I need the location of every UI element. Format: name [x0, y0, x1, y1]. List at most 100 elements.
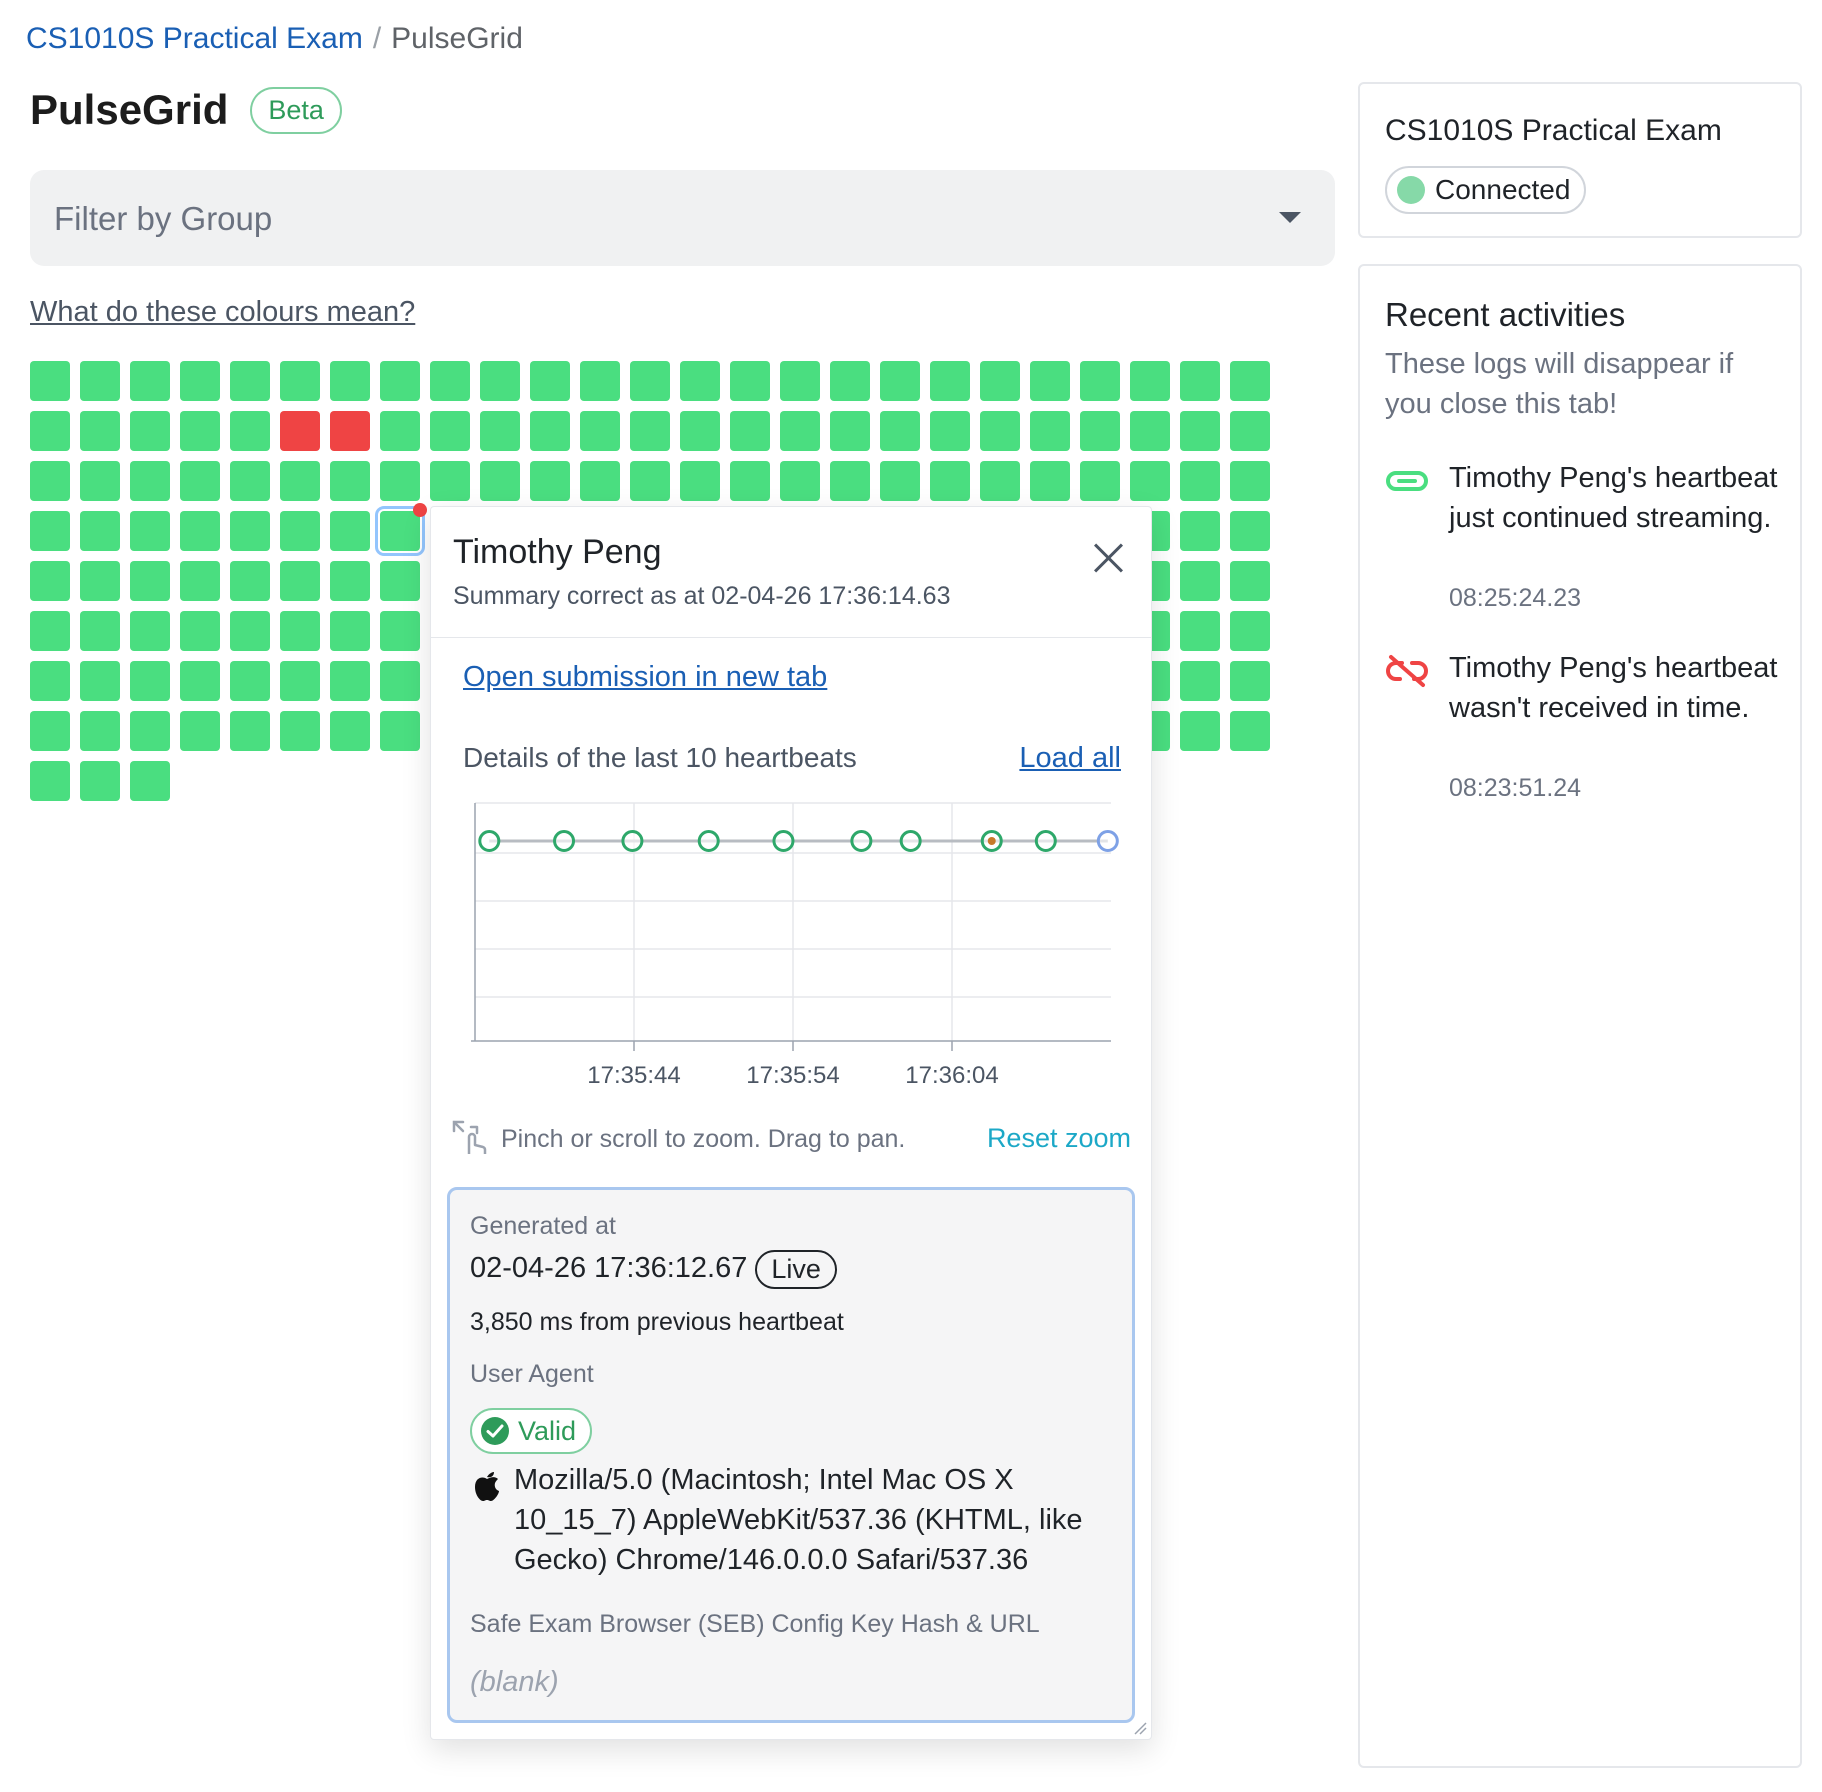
student-cell[interactable] [1080, 461, 1120, 501]
heartbeat-chart[interactable]: 17:35:4417:35:5417:36:04Liveness [455, 793, 1135, 1103]
resize-handle-icon[interactable] [1133, 1721, 1147, 1735]
student-cell[interactable] [1130, 411, 1170, 451]
student-cell[interactable] [230, 461, 270, 501]
student-cell[interactable] [780, 461, 820, 501]
student-cell[interactable] [230, 611, 270, 651]
student-cell[interactable] [30, 361, 70, 401]
student-cell[interactable] [130, 361, 170, 401]
student-cell[interactable] [1180, 561, 1220, 601]
student-cell[interactable] [80, 711, 120, 751]
student-cell[interactable] [530, 361, 570, 401]
colour-legend-link[interactable]: What do these colours mean? [30, 296, 415, 329]
student-cell[interactable] [280, 711, 320, 751]
student-cell[interactable] [330, 411, 370, 451]
chart-point[interactable] [553, 830, 576, 852]
student-cell[interactable] [380, 361, 420, 401]
student-cell[interactable] [880, 411, 920, 451]
load-all-link[interactable]: Load all [1019, 742, 1121, 775]
student-cell[interactable] [180, 661, 220, 701]
student-cell[interactable] [730, 361, 770, 401]
student-cell[interactable] [330, 611, 370, 651]
student-cell[interactable] [730, 411, 770, 451]
student-cell[interactable] [80, 361, 120, 401]
student-cell[interactable] [80, 561, 120, 601]
chart-point[interactable] [478, 830, 501, 852]
student-cell[interactable] [830, 411, 870, 451]
student-cell[interactable] [730, 461, 770, 501]
student-cell[interactable] [380, 561, 420, 601]
student-cell[interactable] [130, 511, 170, 551]
student-cell[interactable] [380, 611, 420, 651]
student-cell[interactable] [330, 461, 370, 501]
student-cell[interactable] [375, 506, 425, 556]
student-cell[interactable] [280, 411, 320, 451]
student-cell[interactable] [880, 461, 920, 501]
student-cell[interactable] [380, 711, 420, 751]
student-cell[interactable] [430, 411, 470, 451]
student-cell[interactable] [930, 361, 970, 401]
student-cell[interactable] [330, 561, 370, 601]
student-cell[interactable] [230, 511, 270, 551]
student-cell[interactable] [180, 461, 220, 501]
student-cell[interactable] [1230, 711, 1270, 751]
student-cell[interactable] [1180, 511, 1220, 551]
student-cell[interactable] [1180, 661, 1220, 701]
student-cell[interactable] [130, 661, 170, 701]
student-cell[interactable] [380, 661, 420, 701]
student-cell[interactable] [1230, 361, 1270, 401]
student-cell[interactable] [80, 411, 120, 451]
student-cell[interactable] [80, 511, 120, 551]
student-cell[interactable] [1080, 361, 1120, 401]
student-cell[interactable] [230, 561, 270, 601]
student-cell[interactable] [480, 361, 520, 401]
chart-point[interactable] [621, 830, 644, 852]
student-cell[interactable] [1230, 661, 1270, 701]
student-cell[interactable] [680, 361, 720, 401]
chart-point[interactable] [850, 830, 873, 852]
student-cell[interactable] [630, 461, 670, 501]
student-cell[interactable] [230, 361, 270, 401]
student-cell[interactable] [580, 461, 620, 501]
student-cell[interactable] [130, 461, 170, 501]
student-cell[interactable] [1180, 361, 1220, 401]
student-cell[interactable] [180, 611, 220, 651]
student-cell[interactable] [1180, 611, 1220, 651]
student-cell[interactable] [280, 461, 320, 501]
student-cell[interactable] [1130, 461, 1170, 501]
student-cell[interactable] [1230, 561, 1270, 601]
student-cell[interactable] [830, 361, 870, 401]
student-cell[interactable] [380, 461, 420, 501]
student-cell[interactable] [80, 611, 120, 651]
student-cell[interactable] [230, 661, 270, 701]
student-cell[interactable] [680, 461, 720, 501]
student-cell[interactable] [1080, 411, 1120, 451]
student-cell[interactable] [630, 411, 670, 451]
student-cell[interactable] [330, 361, 370, 401]
student-cell[interactable] [1230, 511, 1270, 551]
student-cell[interactable] [630, 361, 670, 401]
student-cell[interactable] [80, 461, 120, 501]
breadcrumb-course-link[interactable]: CS1010S Practical Exam [26, 22, 363, 55]
student-cell[interactable] [30, 561, 70, 601]
student-cell[interactable] [1030, 461, 1070, 501]
student-cell[interactable] [780, 411, 820, 451]
student-cell[interactable] [1030, 411, 1070, 451]
student-cell[interactable] [830, 461, 870, 501]
student-cell[interactable] [280, 661, 320, 701]
student-cell[interactable] [30, 461, 70, 501]
student-cell[interactable] [180, 361, 220, 401]
student-cell[interactable] [230, 711, 270, 751]
student-cell[interactable] [30, 411, 70, 451]
student-cell[interactable] [330, 711, 370, 751]
student-cell[interactable] [530, 411, 570, 451]
student-cell[interactable] [980, 411, 1020, 451]
student-cell[interactable] [1230, 461, 1270, 501]
student-cell[interactable] [930, 461, 970, 501]
student-cell[interactable] [980, 461, 1020, 501]
student-cell[interactable] [130, 561, 170, 601]
student-cell[interactable] [1230, 611, 1270, 651]
student-cell[interactable] [430, 461, 470, 501]
student-cell[interactable] [1130, 361, 1170, 401]
student-cell[interactable] [30, 611, 70, 651]
student-cell[interactable] [530, 461, 570, 501]
